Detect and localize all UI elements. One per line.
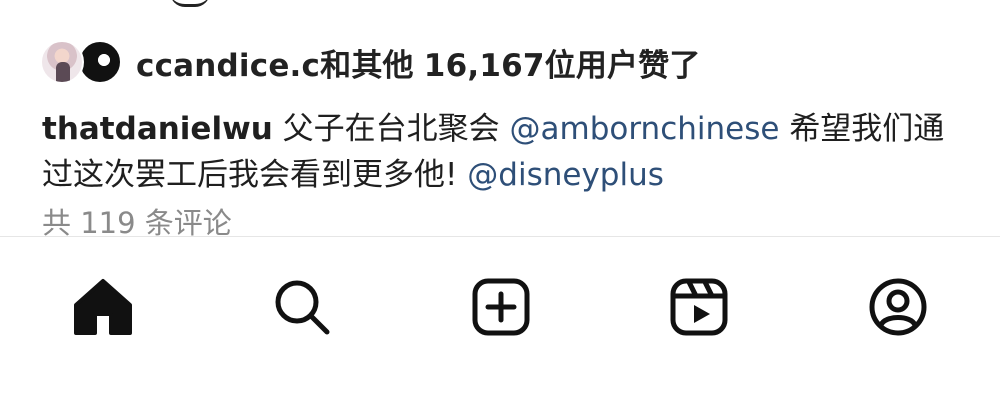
caption-mention[interactable]: @disneyplus [467, 157, 664, 193]
nav-search-button[interactable] [262, 267, 342, 347]
avatar [78, 40, 122, 84]
nav-create-button[interactable] [461, 267, 541, 347]
nav-reels-button[interactable] [659, 267, 739, 347]
caption-text: 父子在台北聚会 [282, 111, 500, 147]
nav-profile-button[interactable] [858, 267, 938, 347]
search-icon [275, 280, 330, 335]
plus-square-icon [472, 278, 530, 336]
caption-username[interactable]: thatdanielwu [42, 111, 273, 147]
likes-count[interactable]: 16,167 [424, 48, 545, 84]
cropped-top-content [170, 0, 210, 7]
likes-suffix: 位用户赞了 [544, 47, 701, 84]
profile-icon [869, 278, 927, 336]
home-icon [74, 279, 132, 335]
liker-avatars [40, 40, 124, 84]
instagram-post-screen: ccandice.c和其他 16,167位用户赞了 thatdanielwu 父… [0, 0, 1000, 403]
reels-icon [670, 278, 728, 336]
likes-summary[interactable]: ccandice.c和其他 16,167位用户赞了 [136, 40, 701, 85]
nav-home-button[interactable] [63, 267, 143, 347]
likes-connector: 和其他 [320, 47, 414, 84]
view-comments-link[interactable]: 共 119 条评论 [42, 200, 232, 236]
bottom-navigation [0, 237, 1000, 403]
post-caption: thatdanielwu 父子在台北聚会 @ambornchinese 希望我们… [42, 106, 962, 198]
avatar [40, 40, 84, 84]
liker-username[interactable]: ccandice.c [136, 48, 320, 84]
likes-row[interactable]: ccandice.c和其他 16,167位用户赞了 [40, 38, 701, 86]
caption-mention[interactable]: @ambornchinese [510, 111, 780, 147]
